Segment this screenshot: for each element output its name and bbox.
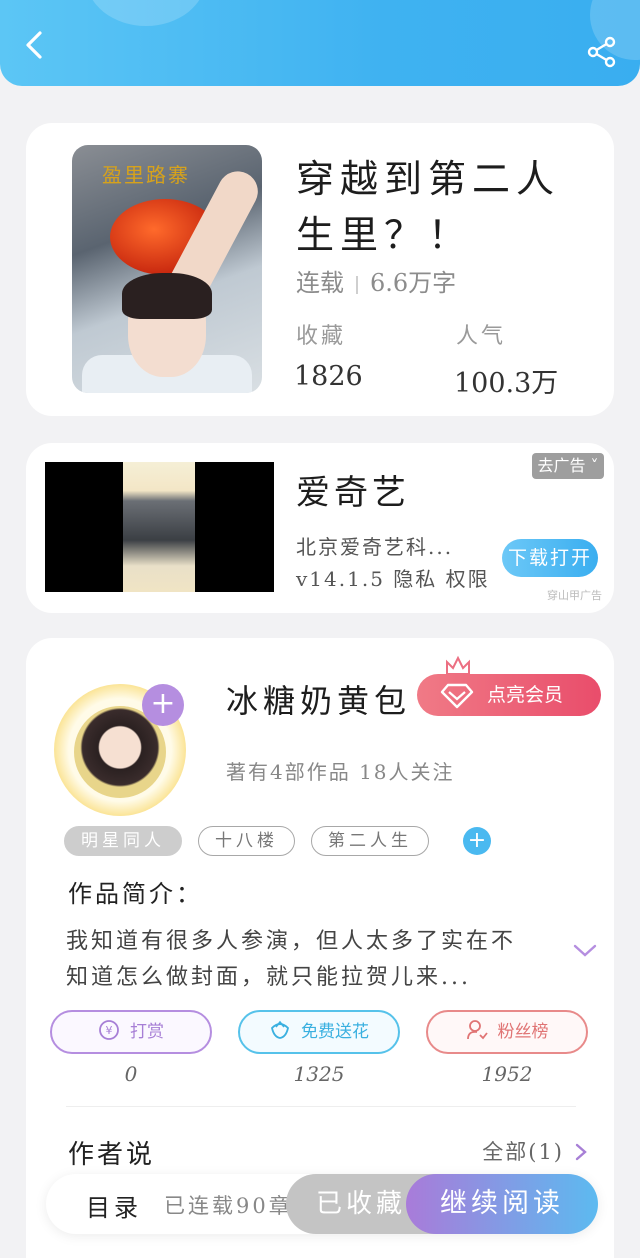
book-cover-image[interactable]: 盈里路寨: [72, 145, 262, 393]
chevron-left-icon[interactable]: [20, 30, 50, 60]
author-says-all-link[interactable]: 全部(1): [482, 1136, 564, 1166]
cover-sign-text: 盈里路寨: [102, 163, 190, 187]
follow-plus-icon[interactable]: +: [142, 684, 184, 726]
author-says-label: 作者说: [68, 1140, 156, 1170]
ad-phone-screen: [123, 462, 195, 592]
flower-icon: [271, 1020, 289, 1039]
divider: [66, 1106, 576, 1107]
yen-coin-icon: ¥: [99, 1020, 119, 1040]
table-of-contents-button[interactable]: 目录: [86, 1188, 142, 1223]
author-card: + 冰糖奶黄包 点亮会员 著有4部作品 18人关注 明星同人 十八楼 第二人生 …: [26, 638, 614, 1258]
author-summary: 著有4部作品 18人关注: [226, 760, 455, 784]
reward-count: 0: [124, 1062, 138, 1086]
share-icon[interactable]: [586, 36, 618, 68]
continue-reading-button[interactable]: 继续阅读: [406, 1174, 598, 1234]
remove-ad-label: 去广告: [537, 456, 586, 475]
intro-text: 我知道有很多人参演，但人太多了实在不知道怎么做封面，就只能拉贺儿来...: [66, 929, 517, 990]
send-flower-button[interactable]: 免费送花: [238, 1010, 400, 1054]
intro-label: 作品简介：: [68, 880, 203, 908]
meta-separator: [356, 275, 358, 294]
chevron-down-icon: ˅: [585, 456, 599, 475]
tag-list: 明星同人 十八楼 第二人生 +: [64, 826, 491, 856]
send-flower-label: 免费送花: [301, 1022, 369, 1042]
popularity-value: 100.3万: [454, 368, 559, 399]
book-word-count: 6.6万字: [370, 269, 457, 297]
action-buttons: ¥ 打赏 免费送花 粉丝榜: [50, 1010, 590, 1056]
tag-item[interactable]: 明星同人: [64, 826, 182, 856]
ad-download-button[interactable]: 下载打开: [502, 539, 598, 577]
chevron-down-icon[interactable]: [572, 940, 598, 960]
book-status: 连载: [296, 269, 344, 297]
svg-text:¥: ¥: [106, 1024, 113, 1037]
ad-company: 北京爱奇艺科...: [296, 535, 454, 559]
user-icon: [466, 1020, 488, 1040]
book-meta: 连载 6.6万字: [296, 263, 456, 298]
fans-ranking-button[interactable]: 粉丝榜: [426, 1010, 588, 1054]
serial-status: 已连载90章: [164, 1194, 293, 1218]
tag-item[interactable]: 十八楼: [198, 826, 295, 856]
remove-ad-button[interactable]: 去广告 ˅: [532, 453, 604, 479]
reward-label: 打赏: [130, 1022, 164, 1042]
add-tag-button[interactable]: +: [463, 827, 491, 855]
book-title: 穿越到第二人生里？！: [296, 157, 561, 257]
favorites-value: 1826: [294, 361, 363, 392]
ad-video-thumbnail[interactable]: [45, 462, 274, 592]
tag-item[interactable]: 第二人生: [311, 826, 429, 856]
ad-app-name: 爱奇艺: [296, 473, 410, 513]
author-name[interactable]: 冰糖奶黄包: [226, 676, 411, 722]
reward-button[interactable]: ¥ 打赏: [50, 1010, 212, 1054]
bottom-action-bar: 目录 已连载90章 已收藏 继续阅读: [46, 1174, 598, 1234]
favorites-label: 收藏: [296, 324, 347, 349]
flower-count: 1325: [293, 1062, 345, 1086]
header-bar: [0, 0, 640, 86]
fans-count: 1952: [481, 1062, 533, 1086]
header-bubble-decoration: [86, 0, 206, 26]
ad-card[interactable]: 爱奇艺 北京爱奇艺科... v14.1.5 隐私 权限 去广告 ˅ 下载打开 穿…: [26, 443, 614, 613]
ad-source: 穿山甲广告: [547, 589, 602, 602]
diamond-icon: [440, 683, 474, 709]
book-info-card: 盈里路寨 穿越到第二人生里？！ 连载 6.6万字 收藏 1826 人气 100.3…: [26, 123, 614, 416]
chevron-right-icon[interactable]: [574, 1142, 588, 1162]
ad-meta[interactable]: v14.1.5 隐私 权限: [296, 563, 490, 592]
cover-hair-shape: [122, 273, 212, 319]
popularity-label: 人气: [456, 324, 507, 349]
fans-ranking-label: 粉丝榜: [497, 1022, 549, 1042]
